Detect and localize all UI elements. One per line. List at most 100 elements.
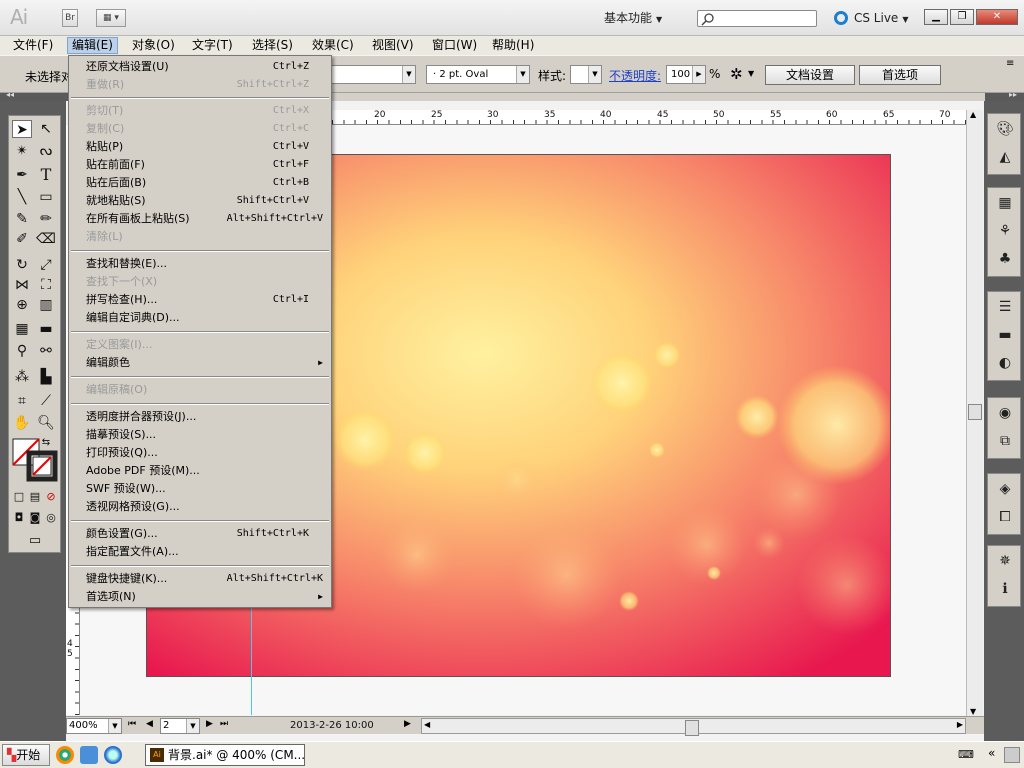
menu-item-paste[interactable]: 粘贴(P) Ctrl+V (69, 138, 331, 156)
internet-explorer-icon[interactable] (104, 746, 122, 764)
horizontal-scroll-thumb[interactable] (685, 720, 699, 736)
draw-behind-icon[interactable]: ◙ (28, 509, 42, 527)
status-menu-icon[interactable]: ▶ (404, 719, 411, 729)
restore-button[interactable]: ❐ (950, 9, 974, 25)
menu-item-find-replace[interactable]: 查找和替换(E)... (69, 255, 331, 273)
opacity-link[interactable]: 不透明度: (609, 67, 661, 84)
artboards-icon[interactable]: ⧠ (995, 508, 1015, 526)
document-setup-button[interactable]: 文档设置 (765, 65, 855, 85)
none-mode-icon[interactable]: ⊘ (44, 488, 58, 506)
magic-wand-tool-icon[interactable]: ✴ (12, 142, 32, 160)
column-graph-tool-icon[interactable]: ▙ (36, 368, 56, 386)
draw-normal-icon[interactable]: ◘ (12, 509, 26, 527)
artboard-number-field[interactable]: 2 ▼ (160, 718, 200, 734)
menu-edit[interactable]: 编辑(E) (67, 37, 118, 54)
slice-tool-icon[interactable]: ⟋ (36, 392, 56, 410)
opacity-input[interactable]: 100 ▶ (666, 65, 706, 84)
stroke-icon[interactable]: ☰ (995, 298, 1015, 316)
menu-item-paste-in-back[interactable]: 贴在后面(B) Ctrl+B (69, 174, 331, 192)
horizontal-scrollbar[interactable]: ◀ ▶ (421, 718, 966, 736)
scroll-right-icon[interactable]: ▶ (957, 720, 963, 729)
menu-item-flattener-presets[interactable]: 透明度拼合器预设(J)... (69, 408, 331, 426)
gradient-icon[interactable]: ▬ (995, 326, 1015, 344)
blob-brush-tool-icon[interactable]: ✐ (12, 230, 32, 248)
scroll-left-icon[interactable]: ◀ (424, 720, 430, 729)
menu-item-edit-dictionary[interactable]: 编辑自定词典(D)... (69, 309, 331, 327)
start-button[interactable]: ▚开始 (2, 744, 50, 766)
hand-tool-icon[interactable]: ✋ (12, 414, 32, 432)
selection-tool-icon[interactable]: ➤ (12, 120, 32, 138)
brushes-icon[interactable]: ⚘ (995, 222, 1015, 240)
close-button[interactable]: ✕ (976, 9, 1018, 25)
menu-file[interactable]: 文件(F) (9, 37, 57, 54)
blend-tool-icon[interactable]: ⚯ (36, 342, 56, 360)
appearance-icon[interactable]: ◉ (995, 404, 1015, 422)
menu-object[interactable]: 对象(O) (128, 37, 179, 54)
menu-item-edit-colors[interactable]: 编辑颜色 ▶ (69, 354, 331, 372)
graphic-styles-icon[interactable]: ⧉ (995, 432, 1015, 450)
next-artboard-icon[interactable]: ▶ (206, 719, 213, 729)
menu-item-color-settings[interactable]: 颜色设置(G)... Shift+Ctrl+K (69, 525, 331, 543)
free-transform-tool-icon[interactable]: ⛶ (36, 276, 56, 294)
toolbox-header[interactable]: ◂◂ (0, 90, 68, 101)
type-tool-icon[interactable]: T (36, 166, 56, 184)
dock-header[interactable]: ▸▸ (985, 90, 1024, 101)
width-tool-icon[interactable]: ⋈ (12, 276, 32, 294)
last-artboard-icon[interactable]: ⏭ (220, 719, 228, 729)
help-search-input[interactable] (697, 10, 817, 27)
menu-type[interactable]: 文字(T) (188, 37, 237, 54)
menu-item-preferences[interactable]: 首选项(N) ▶ (69, 588, 331, 606)
menu-item-print-presets[interactable]: 打印预设(Q)... (69, 444, 331, 462)
variable-width-profile[interactable]: · 2 pt. Oval ▼ (426, 65, 530, 84)
menu-item-clear[interactable]: 清除(L) (69, 228, 331, 246)
menu-item-define-pattern[interactable]: 定义图案(I)... (69, 336, 331, 354)
pencil-tool-icon[interactable]: ✏ (36, 210, 56, 228)
tray-expand-icon[interactable]: « (988, 746, 995, 760)
preferences-button[interactable]: 首选项 (859, 65, 941, 85)
menu-item-edit-original[interactable]: 编辑原稿(O) (69, 381, 331, 399)
menu-window[interactable]: 窗口(W) (428, 37, 481, 54)
menu-item-paste-in-front[interactable]: 贴在前面(F) Ctrl+F (69, 156, 331, 174)
navigator-icon[interactable]: ✵ (995, 552, 1015, 570)
mesh-tool-icon[interactable]: ▦ (12, 320, 32, 338)
taskbar-document-item[interactable]: Ai 背景.ai* @ 400% (CM... (145, 744, 305, 766)
transparency-icon[interactable]: ◐ (995, 354, 1015, 372)
paintbrush-tool-icon[interactable]: ✎ (12, 210, 32, 228)
chevron-down-icon[interactable]: ▼ (748, 69, 754, 78)
menu-item-perspective-presets[interactable]: 透视网格预设(G)... (69, 498, 331, 516)
swap-colors-icon[interactable]: ⇆ (39, 434, 53, 452)
eraser-tool-icon[interactable]: ⌫ (36, 230, 56, 248)
horizontal-ruler[interactable]: 20 25 30 35 40 45 50 55 60 65 70 (332, 110, 966, 125)
bridge-button[interactable]: Br (62, 9, 78, 27)
info-icon[interactable]: ℹ (995, 580, 1015, 598)
recolor-icon[interactable]: ✲ (730, 65, 743, 83)
menu-item-assign-profile[interactable]: 指定配置文件(A)... (69, 543, 331, 561)
arrange-documents-button[interactable]: ▦ ▾ (96, 9, 126, 27)
workspace-switcher[interactable]: 基本功能 ▼ (604, 9, 684, 27)
menu-item-copy[interactable]: 复制(C) Ctrl+C (69, 120, 331, 138)
perspective-grid-tool-icon[interactable]: ▥ (36, 296, 56, 314)
prev-artboard-icon[interactable]: ◀ (146, 719, 153, 729)
menu-item-redo[interactable]: 重做(R) Shift+Ctrl+Z (69, 76, 331, 94)
draw-inside-icon[interactable]: ◎ (44, 509, 58, 527)
minimize-button[interactable]: ▁ (924, 9, 948, 25)
first-artboard-icon[interactable]: ⏮ (128, 719, 136, 729)
menu-item-paste-in-place[interactable]: 就地粘贴(S) Shift+Ctrl+V (69, 192, 331, 210)
menu-view[interactable]: 视图(V) (368, 37, 418, 54)
lasso-tool-icon[interactable]: ᔓ (36, 142, 56, 160)
scroll-up-icon[interactable]: ▲ (970, 110, 976, 119)
line-tool-icon[interactable]: ╲ (12, 188, 32, 206)
color-panel-icon[interactable]: 🎨︎ (995, 120, 1015, 138)
rectangle-tool-icon[interactable]: ▭ (36, 188, 56, 206)
menu-item-spell-check[interactable]: 拼写检查(H)... Ctrl+I (69, 291, 331, 309)
scroll-down-icon[interactable]: ▼ (970, 707, 976, 716)
show-desktop-icon[interactable] (80, 746, 98, 764)
shape-builder-tool-icon[interactable]: ⊕ (12, 296, 32, 314)
tray-app-icon[interactable] (1004, 747, 1020, 763)
menu-item-keyboard-shortcuts[interactable]: 键盘快捷键(K)... Alt+Shift+Ctrl+K (69, 570, 331, 588)
panel-menu-icon[interactable]: ≡ (1006, 58, 1014, 69)
symbols-icon[interactable]: ♣ (995, 250, 1015, 268)
swatches-icon[interactable]: ▦ (995, 194, 1015, 212)
guide-line[interactable] (251, 600, 252, 715)
gradient-tool-icon[interactable]: ▬ (36, 320, 56, 338)
